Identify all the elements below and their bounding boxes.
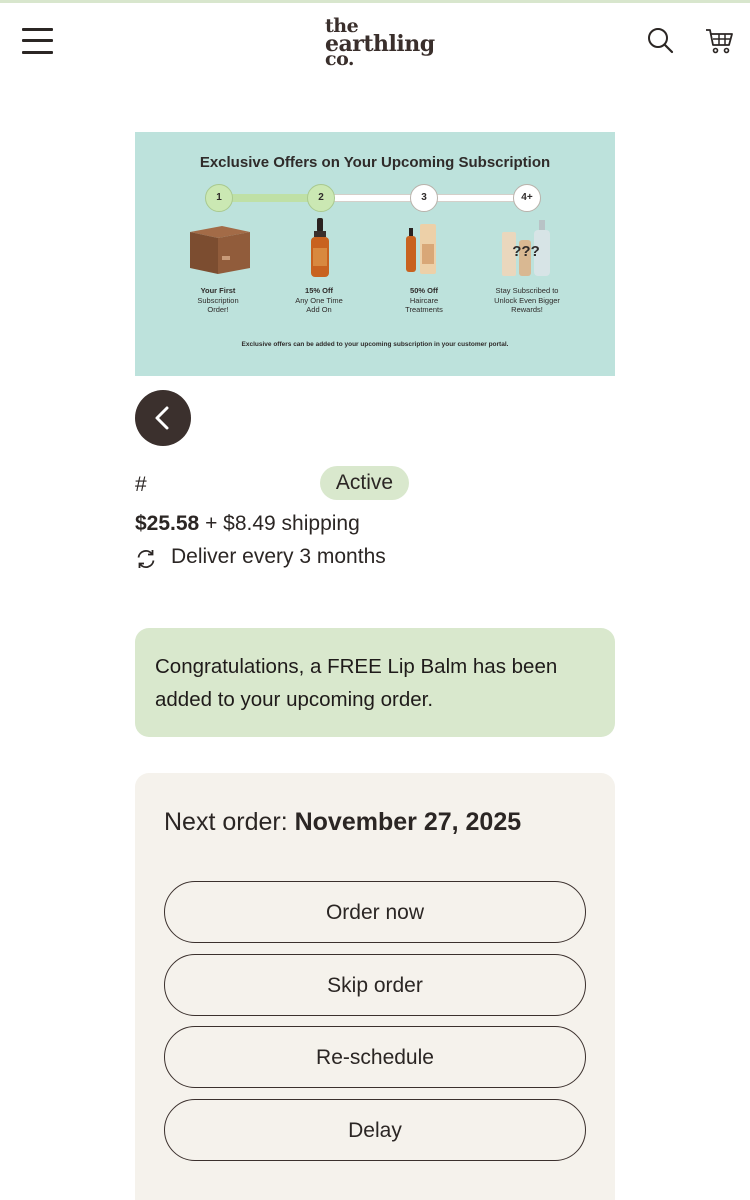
tier-1-headline: Your First: [200, 286, 236, 295]
price-line: $25.58 + $8.49 shipping: [135, 512, 360, 536]
next-order-label: Next order:: [164, 808, 295, 836]
next-order-card: Next order: November 27, 2025 Order now …: [135, 773, 615, 1200]
shipping-cost: + $8.49 shipping: [199, 512, 360, 535]
tier-label-1: Your First Subscription Order!: [173, 286, 263, 315]
frequency-text: Deliver every 3 months: [171, 545, 386, 568]
tier-1-line3: Order!: [207, 305, 229, 314]
next-order-heading: Next order: November 27, 2025: [164, 808, 521, 837]
next-order-date: November 27, 2025: [294, 808, 522, 836]
mystery-products-image: ???: [502, 220, 550, 276]
banner-footnote: Exclusive offers can be added to your up…: [241, 341, 509, 348]
skip-order-button[interactable]: Skip order: [164, 954, 586, 1016]
brand-logo[interactable]: the earthling co.: [323, 17, 435, 73]
reschedule-button[interactable]: Re-schedule: [164, 1026, 586, 1088]
tier-label-4: Stay Subscribed to Unlock Even Bigger Re…: [482, 286, 572, 315]
step-marker-2: 2: [307, 184, 335, 212]
tier-2-headline: 15% Off: [305, 286, 333, 295]
tier-label-3: 50% Off Haircare Treatments: [379, 286, 469, 315]
free-gift-notice: Congratulations, a FREE Lip Balm has bee…: [135, 628, 615, 737]
site-header: the earthling co.: [0, 3, 750, 83]
subscription-price: $25.58: [135, 512, 200, 535]
menu-icon[interactable]: [22, 25, 54, 57]
search-icon[interactable]: [645, 25, 677, 57]
tier-2-line2: Any One Time: [295, 295, 343, 305]
shipping-box-image: [190, 226, 250, 274]
tier-3-line3: Treatments: [405, 305, 443, 314]
tier-4-line2: Unlock Even Bigger: [494, 295, 560, 305]
cart-icon[interactable]: [704, 25, 736, 57]
mystery-text: ???: [512, 243, 540, 260]
serum-bottle-image: [311, 218, 329, 277]
tier-1-line2: Subscription: [197, 295, 239, 305]
tier-4-headline: Stay Subscribed to: [495, 286, 559, 295]
step-marker-3: 3: [410, 184, 438, 212]
tier-3-line2: Haircare: [409, 295, 439, 305]
chevron-left-icon: [155, 406, 169, 430]
status-badge: Active: [320, 466, 409, 500]
haircare-products-image: [406, 224, 436, 274]
tier-label-2: 15% Off Any One Time Add On: [274, 286, 364, 315]
logo-line-3: co.: [325, 48, 355, 70]
tier-4-line3: Rewards!: [511, 305, 543, 314]
banner-title: Exclusive Offers on Your Upcoming Subscr…: [199, 154, 551, 171]
delay-button[interactable]: Delay: [164, 1099, 586, 1161]
refresh-icon: [137, 550, 155, 568]
back-button[interactable]: [135, 390, 191, 446]
subscription-number: #: [135, 473, 147, 496]
order-now-button[interactable]: Order now: [164, 881, 586, 943]
tier-2-line3: Add On: [306, 305, 332, 314]
step-marker-4: 4+: [513, 184, 541, 212]
step-marker-1: 1: [205, 184, 233, 212]
subscription-offers-banner: Exclusive Offers on Your Upcoming Subscr…: [135, 132, 615, 376]
tier-3-headline: 50% Off: [410, 286, 438, 295]
